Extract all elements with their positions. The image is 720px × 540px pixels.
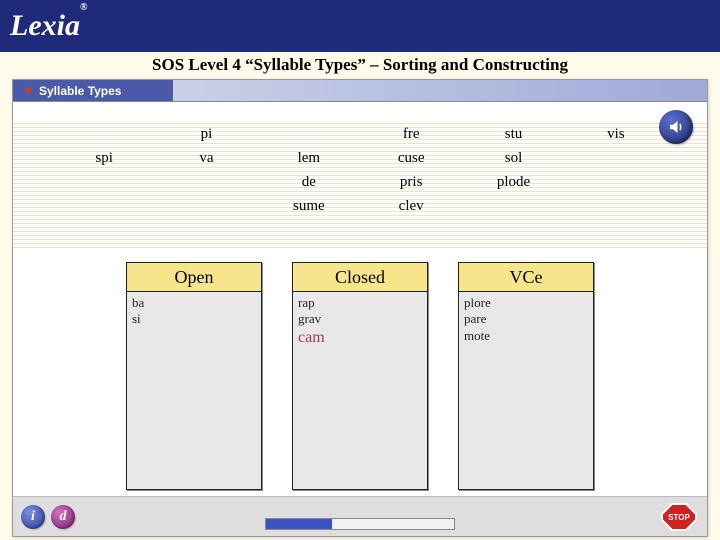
speaker-icon (667, 118, 685, 136)
sort-header: VCe (458, 262, 594, 292)
syllable-tile[interactable]: vis (565, 126, 667, 143)
sort-column-closed[interactable]: Closed rap grav cam (292, 262, 428, 490)
sort-area: Open ba si Closed rap grav cam VCe plore (105, 262, 615, 490)
stop-button[interactable]: STOP (659, 501, 699, 533)
progress-fill (266, 519, 332, 529)
syllable-row: spi va lem cuse sol (53, 146, 667, 170)
syllable-tile[interactable]: stu (462, 126, 564, 143)
sorted-item: grav (298, 311, 422, 327)
syllable-row: pi fre stu vis (53, 122, 667, 146)
brand-name: Lexia (10, 9, 80, 42)
syllable-tile[interactable]: pris (360, 174, 462, 191)
sorted-item: si (132, 311, 256, 327)
brand-bar: Lexia® (0, 0, 720, 52)
brand-reg: ® (80, 2, 87, 13)
sort-header: Open (126, 262, 262, 292)
current-item: cam (298, 328, 422, 348)
sort-header: Closed (292, 262, 428, 292)
syllable-tile[interactable]: fre (360, 126, 462, 143)
sorted-item: pare (464, 311, 588, 327)
d-button[interactable]: d (51, 505, 75, 529)
sorted-item: plore (464, 295, 588, 311)
app-window: Syllable Types pi fre stu vis spi va lem (12, 79, 708, 537)
page-title: SOS Level 4 “Syllable Types” – Sorting a… (0, 52, 720, 79)
bottom-toolbar: i d STOP (13, 496, 707, 536)
info-button[interactable]: i (21, 505, 45, 529)
sort-body[interactable]: ba si (126, 292, 262, 490)
flame-icon (19, 83, 35, 99)
syllable-tile[interactable]: clev (360, 198, 462, 215)
syllable-grid: pi fre stu vis spi va lem cuse sol de pr… (53, 122, 667, 242)
sort-body[interactable]: rap grav cam (292, 292, 428, 490)
syllable-tile[interactable]: cuse (360, 150, 462, 167)
syllable-tile[interactable]: lem (258, 150, 360, 167)
sorted-item: mote (464, 328, 588, 344)
stop-label: STOP (668, 513, 690, 522)
sort-body[interactable]: plore pare mote (458, 292, 594, 490)
play-area: pi fre stu vis spi va lem cuse sol de pr… (13, 102, 707, 536)
sorted-item: rap (298, 295, 422, 311)
window-titlebar: Syllable Types (13, 80, 707, 102)
syllable-row: de pris plode (53, 170, 667, 194)
syllable-tile[interactable]: sume (258, 198, 360, 215)
window-title: Syllable Types (39, 84, 121, 98)
progress-bar (265, 518, 455, 530)
brand-logo: Lexia® (10, 9, 87, 43)
syllable-tile[interactable]: spi (53, 150, 155, 167)
syllable-tile[interactable]: va (155, 150, 257, 167)
syllable-row: sume clev (53, 194, 667, 218)
sort-column-vce[interactable]: VCe plore pare mote (458, 262, 594, 490)
sort-column-open[interactable]: Open ba si (126, 262, 262, 490)
sorted-item: ba (132, 295, 256, 311)
syllable-tile[interactable]: pi (155, 126, 257, 143)
syllable-tile[interactable]: de (258, 174, 360, 191)
syllable-tile[interactable]: plode (462, 174, 564, 191)
syllable-tile[interactable]: sol (462, 150, 564, 167)
stop-icon: STOP (659, 501, 699, 533)
